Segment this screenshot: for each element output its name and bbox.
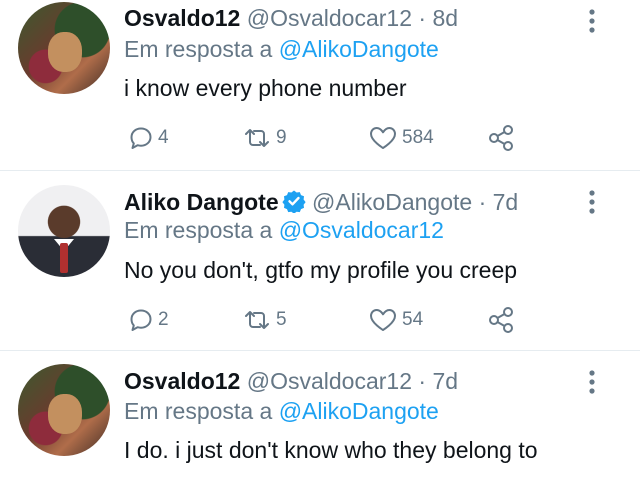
like-button[interactable]: 584: [368, 122, 434, 154]
tweet-header: Osvaldo12 @Osvaldocar12 · 7d: [124, 366, 458, 396]
reply-context: Em resposta a @AlikoDangote: [124, 34, 439, 64]
tweet-header: Osvaldo12 @Osvaldocar12 · 8d: [124, 3, 458, 33]
tweet-2[interactable]: Aliko Dangote @AlikoDangote · 7d Em resp…: [0, 171, 640, 350]
retweet-count: 9: [276, 127, 287, 148]
tweet-1[interactable]: Osvaldo12 @Osvaldocar12 · 8d Em resposta…: [0, 0, 640, 171]
timestamp[interactable]: 7d: [493, 189, 519, 215]
speech-bubble-icon: [128, 125, 154, 151]
reply-button[interactable]: 4: [128, 122, 169, 154]
tweet-text: I do. i just don't know who they belong …: [124, 437, 538, 463]
author-name[interactable]: Aliko Dangote: [124, 189, 279, 215]
avatar-face: [48, 32, 82, 72]
separator: ·: [418, 368, 427, 394]
reply-mention-link[interactable]: @AlikoDangote: [279, 36, 439, 62]
timestamp[interactable]: 8d: [432, 5, 458, 31]
reply-context: Em resposta a @AlikoDangote: [124, 396, 439, 426]
three-dots-vertical-icon[interactable]: [584, 369, 600, 395]
separator: ·: [478, 189, 487, 215]
reply-prefix: Em resposta a: [124, 36, 273, 62]
avatar-face: [48, 394, 82, 434]
share-icon: [486, 305, 516, 335]
author-name[interactable]: Osvaldo12: [124, 5, 240, 31]
author-handle[interactable]: @AlikoDangote: [312, 189, 472, 215]
action-bar: 4 9 584: [124, 122, 544, 154]
reply-count: 2: [158, 309, 169, 330]
share-icon: [486, 123, 516, 153]
share-button[interactable]: [486, 122, 516, 154]
author-name[interactable]: Osvaldo12: [124, 368, 240, 394]
reply-prefix: Em resposta a: [124, 398, 273, 424]
reply-mention-link[interactable]: @Osvaldocar12: [279, 217, 444, 243]
retweet-count: 5: [276, 309, 287, 330]
reply-context: Em resposta a @Osvaldocar12: [124, 215, 444, 245]
reply-button[interactable]: 2: [128, 304, 169, 336]
three-dots-vertical-icon[interactable]: [584, 8, 600, 34]
tweet-text: No you don't, gtfo my profile you creep: [124, 257, 518, 283]
author-handle[interactable]: @Osvaldocar12: [247, 5, 412, 31]
retweet-button[interactable]: 5: [242, 304, 287, 336]
heart-icon: [368, 125, 398, 151]
tweet-text: i know every phone number: [124, 75, 407, 101]
avatar[interactable]: [18, 2, 110, 94]
three-dots-vertical-icon[interactable]: [584, 189, 600, 215]
avatar-tie: [60, 243, 68, 273]
avatar[interactable]: [18, 185, 110, 277]
retweet-icon: [242, 307, 272, 333]
reply-prefix: Em resposta a: [124, 217, 273, 243]
action-bar: 2 5 54: [124, 304, 544, 336]
reply-mention-link[interactable]: @AlikoDangote: [279, 398, 439, 424]
share-button[interactable]: [486, 304, 516, 336]
heart-icon: [368, 307, 398, 333]
timestamp[interactable]: 7d: [432, 368, 458, 394]
retweet-button[interactable]: 9: [242, 122, 287, 154]
like-count: 584: [402, 127, 434, 148]
like-count: 54: [402, 309, 424, 330]
like-button[interactable]: 54: [368, 304, 423, 336]
separator: ·: [418, 5, 427, 31]
author-handle[interactable]: @Osvaldocar12: [247, 368, 412, 394]
tweet-3[interactable]: Osvaldo12 @Osvaldocar12 · 7d Em resposta…: [0, 351, 640, 483]
speech-bubble-icon: [128, 307, 154, 333]
reply-count: 4: [158, 127, 169, 148]
avatar[interactable]: [18, 364, 110, 456]
retweet-icon: [242, 125, 272, 151]
